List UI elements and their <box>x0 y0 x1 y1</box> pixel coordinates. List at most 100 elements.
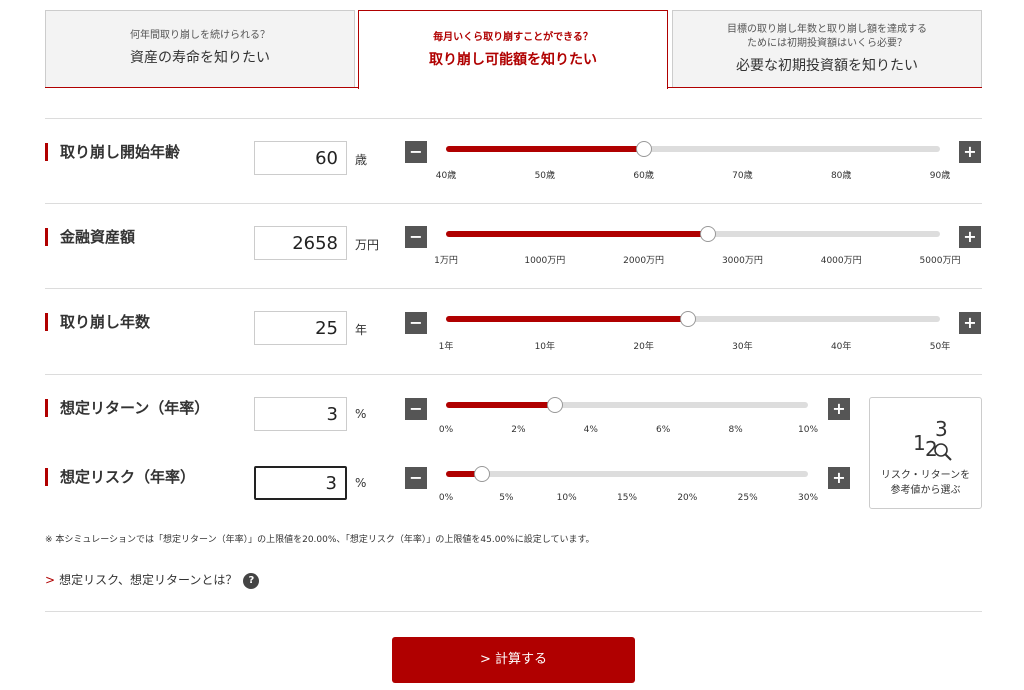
digit-1: 1 <box>913 431 926 455</box>
tick-label: 2% <box>511 425 526 435</box>
tick-label: 25% <box>737 493 758 503</box>
tick-label: 70歳 <box>732 171 753 181</box>
assets-plus-button[interactable]: + <box>959 226 981 248</box>
divider <box>45 611 982 612</box>
tick-label: 8% <box>728 425 743 435</box>
reference-line-2: 参考値から選ぶ <box>890 485 961 496</box>
divider <box>45 374 982 375</box>
tick-label: 10% <box>797 425 819 435</box>
risk-ticks: 0% 5% 10% 15% 20% 25% 30% <box>439 493 818 505</box>
help-link-text: 想定リスク、想定リターンとは？ <box>59 573 238 587</box>
tick-label: 50年 <box>929 342 951 352</box>
slider-handle[interactable] <box>635 141 652 157</box>
reference-values-button[interactable]: 1 2 3 リスク・リターンを 参考値から選ぶ <box>869 397 982 509</box>
return-label: 想定リターン（年率） <box>45 399 209 417</box>
years-ticks: 1年 10年 20年 30年 40年 50年 <box>439 339 951 352</box>
risk-input[interactable] <box>254 466 347 500</box>
tick-label: 1000万円 <box>524 256 566 266</box>
tab-main: 必要な初期投資額を知りたい <box>736 58 918 74</box>
tick-label: 1万円 <box>434 256 458 266</box>
tick-label: 1年 <box>438 342 454 352</box>
tab-initial-investment[interactable]: 目標の取り崩し年数と取り崩し額を達成する ためには初期投資額はいくら必要？ 必要… <box>672 10 982 88</box>
slider-handle[interactable] <box>680 311 697 327</box>
tick-label: 40年 <box>830 342 852 352</box>
tick-label: 4% <box>583 425 598 435</box>
tab-main: 資産の寿命を知りたい <box>130 50 270 66</box>
tick-label: 3000万円 <box>721 256 763 266</box>
return-input[interactable] <box>254 397 347 431</box>
tick-label: 40歳 <box>435 171 457 181</box>
divider <box>45 118 982 119</box>
risk-return-help-link[interactable]: > 想定リスク、想定リターンとは？? <box>45 571 260 589</box>
tick-label: 2000万円 <box>623 256 665 266</box>
age-ticks: 40歳 50歳 60歳 70歳 80歳 90歳 <box>436 168 950 181</box>
assets-minus-button[interactable]: − <box>405 226 427 248</box>
tick-label: 10年 <box>534 342 556 352</box>
return-plus-button[interactable]: + <box>828 398 850 420</box>
tick-label: 20% <box>677 493 698 503</box>
chevron-right-icon: > <box>45 573 56 587</box>
return-slider[interactable] <box>446 397 808 413</box>
tick-label: 30年 <box>732 342 753 352</box>
calculate-button[interactable]: > 計算する <box>392 637 635 683</box>
numbers-magnifier-icon: 1 2 3 <box>870 410 981 468</box>
slider-handle[interactable] <box>474 466 491 482</box>
tab-sub: 何年間取り崩しを続けられる？ <box>130 30 270 41</box>
divider <box>45 203 982 204</box>
tick-label: 90歳 <box>929 171 951 181</box>
tick-label: 4000万円 <box>820 256 862 266</box>
digit-3: 3 <box>935 417 948 441</box>
return-ticks: 0% 2% 4% 6% 8% 10% <box>439 425 818 437</box>
years-plus-button[interactable]: + <box>959 312 981 334</box>
tab-withdrawal-amount[interactable]: 毎月いくら取り崩すことができる？ 取り崩し可能額を知りたい <box>358 10 668 89</box>
years-minus-button[interactable]: − <box>405 312 427 334</box>
tick-label: 15% <box>616 493 638 503</box>
tab-sub-2: ためには初期投資額はいくら必要？ <box>747 38 907 49</box>
slider-fill <box>446 316 689 322</box>
years-unit: 年 <box>355 323 368 337</box>
tick-label: 20年 <box>633 342 654 352</box>
years-label: 取り崩し年数 <box>45 313 150 331</box>
slider-handle[interactable] <box>699 226 716 242</box>
tab-main: 取り崩し可能額を知りたい <box>429 52 597 68</box>
tick-label: 5000万円 <box>919 256 961 266</box>
age-input[interactable] <box>254 141 347 175</box>
assets-ticks: 1万円 1000万円 2000万円 3000万円 4000万円 5000万円 <box>434 253 960 266</box>
assets-slider[interactable] <box>446 226 940 242</box>
risk-label: 想定リスク（年率） <box>45 468 195 486</box>
tick-label: 5% <box>499 493 514 503</box>
age-slider[interactable] <box>446 141 940 157</box>
tick-label: 80歳 <box>830 171 852 181</box>
age-plus-button[interactable]: + <box>959 141 981 163</box>
age-unit: 歳 <box>355 153 368 167</box>
slider-fill <box>446 402 555 408</box>
tab-underline <box>45 87 359 88</box>
risk-unit: % <box>355 476 367 490</box>
slider-fill <box>446 231 708 237</box>
years-slider[interactable] <box>446 311 940 327</box>
assets-label: 金融資産額 <box>45 228 135 246</box>
risk-slider[interactable] <box>446 466 808 482</box>
limit-note: ※ 本シミュレーションでは「想定リターン（年率）」の上限値を20.00%、「想定… <box>45 535 595 545</box>
tick-label: 60歳 <box>633 171 654 181</box>
assets-unit: 万円 <box>355 238 380 252</box>
tick-label: 50歳 <box>534 171 556 181</box>
reference-line-1: リスク・リターンを <box>880 470 971 481</box>
question-icon[interactable]: ? <box>243 572 260 589</box>
years-input[interactable] <box>254 311 347 345</box>
tick-label: 10% <box>556 493 577 503</box>
risk-minus-button[interactable]: − <box>405 467 427 489</box>
tick-label: 6% <box>656 425 671 435</box>
age-minus-button[interactable]: − <box>405 141 427 163</box>
mode-tabs: 何年間取り崩しを続けられる？ 資産の寿命を知りたい 毎月いくら取り崩すことができ… <box>45 10 982 89</box>
tick-label: 0% <box>438 493 454 503</box>
assets-input[interactable] <box>254 226 347 260</box>
divider <box>45 288 982 289</box>
tab-asset-lifetime[interactable]: 何年間取り崩しを続けられる？ 資産の寿命を知りたい <box>45 10 355 88</box>
tick-label: 30% <box>797 493 819 503</box>
tab-sub: 毎月いくら取り崩すことができる？ <box>433 32 593 43</box>
age-label: 取り崩し開始年齢 <box>45 143 180 161</box>
risk-plus-button[interactable]: + <box>828 467 850 489</box>
return-minus-button[interactable]: − <box>405 398 427 420</box>
slider-handle[interactable] <box>546 397 563 413</box>
